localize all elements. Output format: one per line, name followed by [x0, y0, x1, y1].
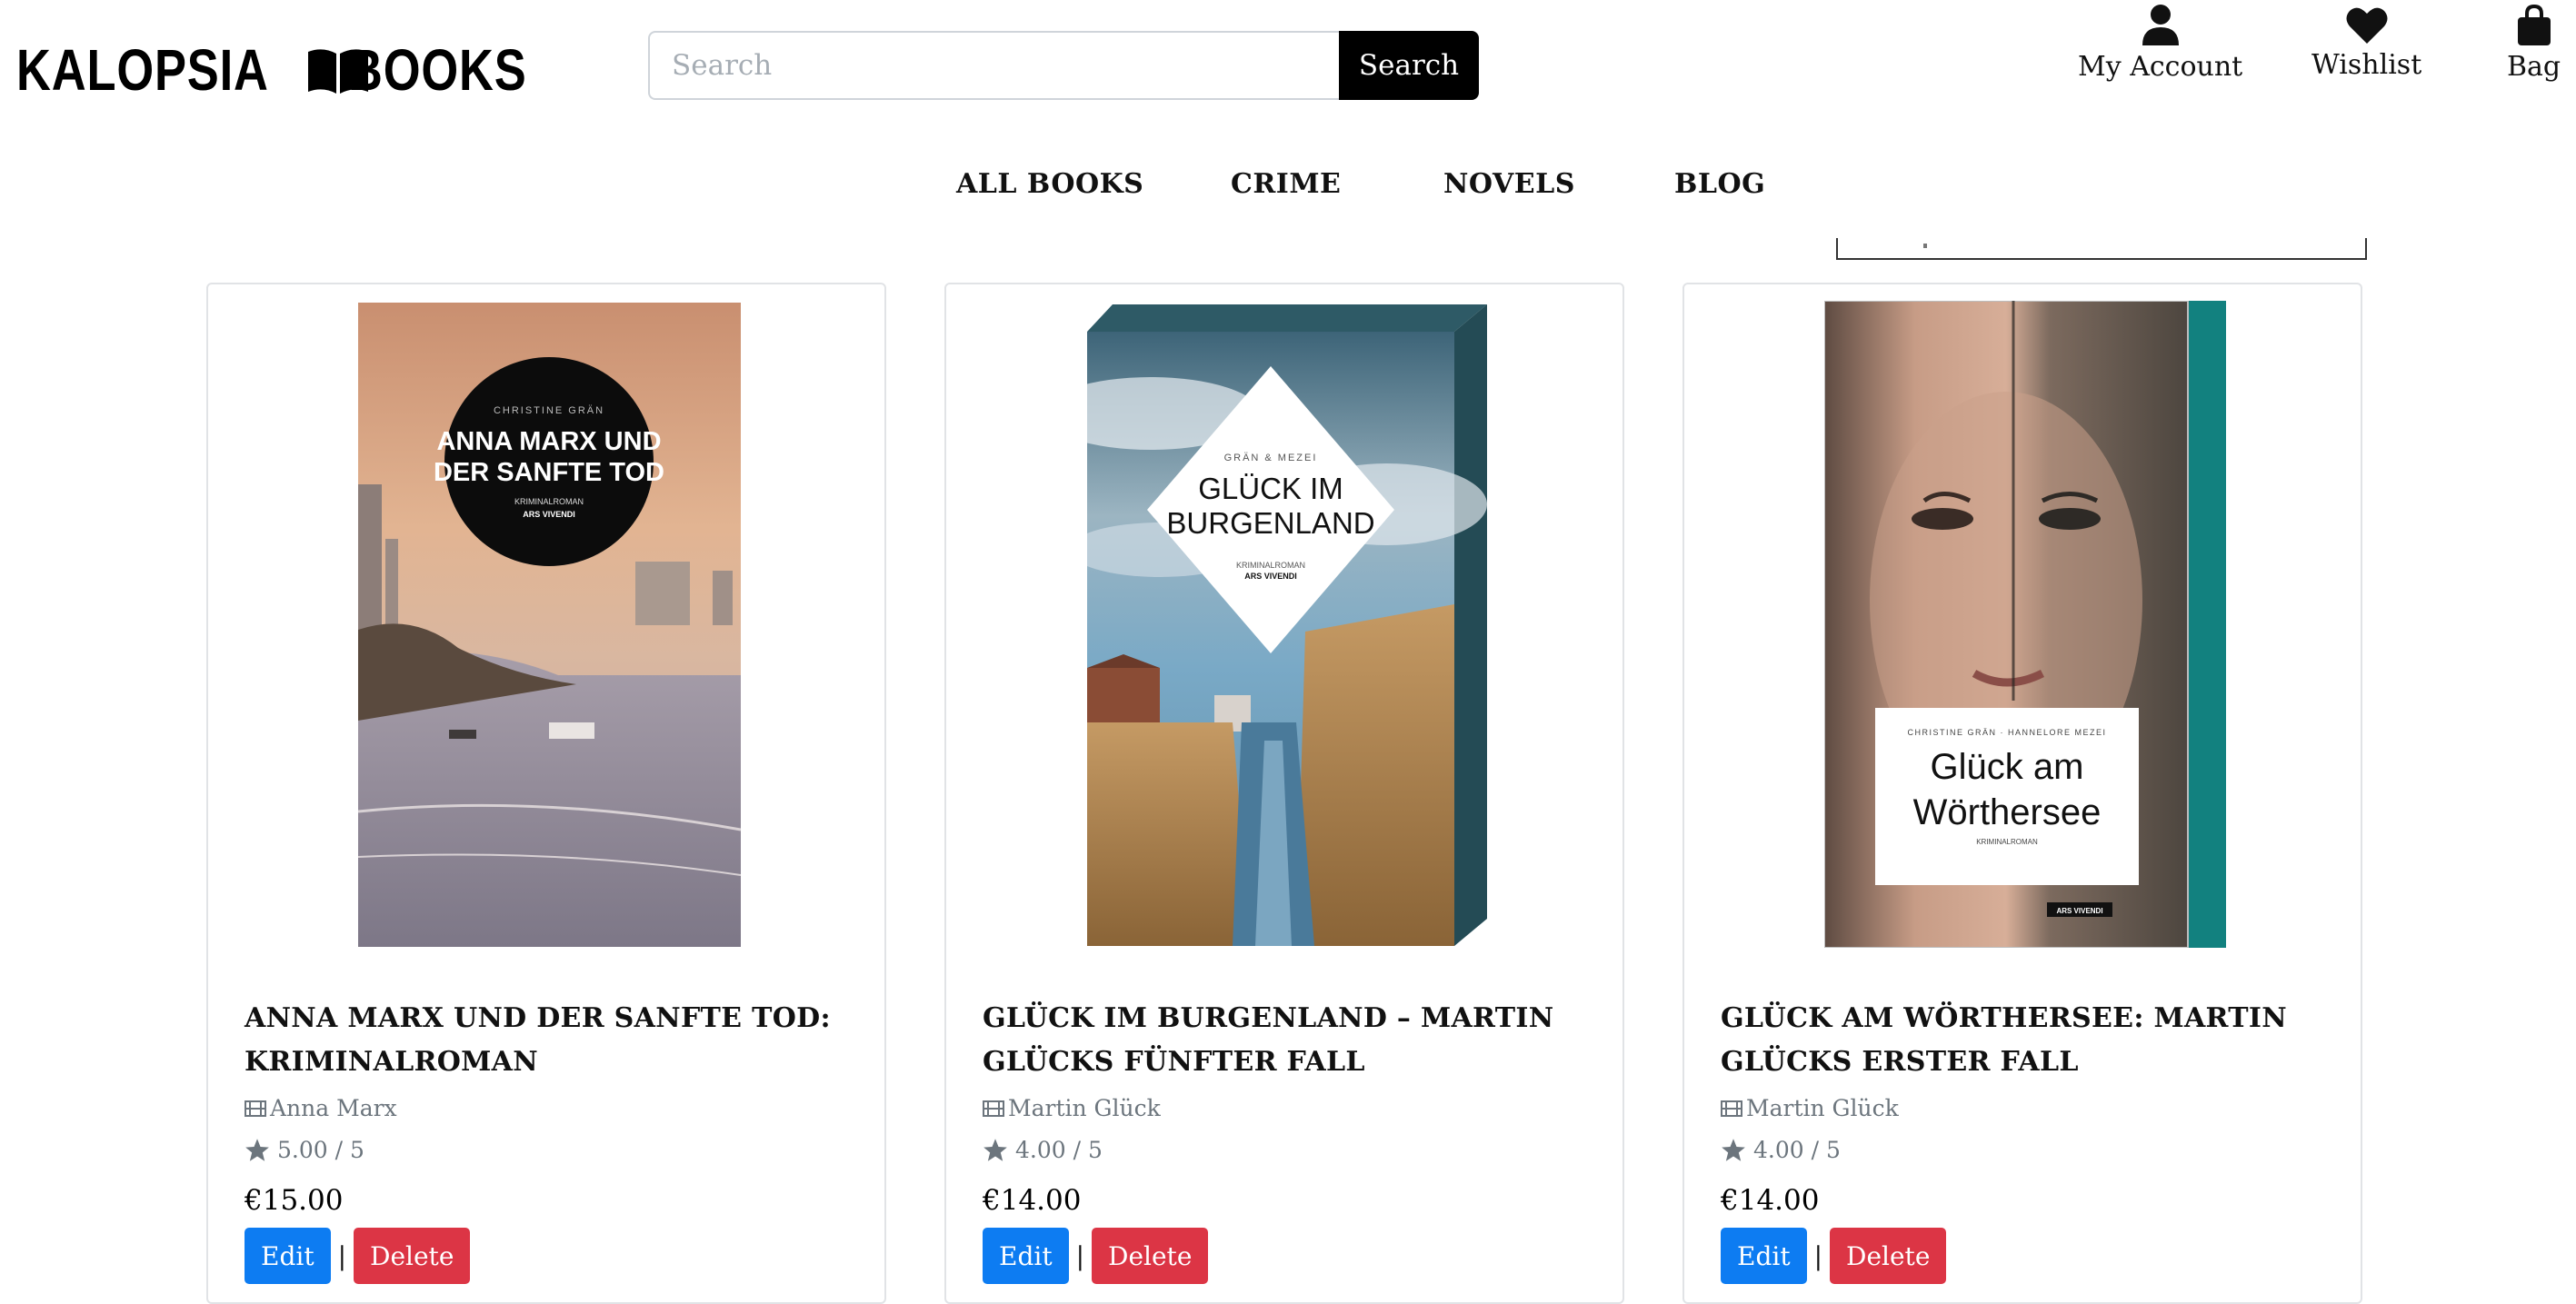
product-price: €14.00 [983, 1184, 1082, 1217]
film-icon [245, 1100, 266, 1117]
cover-title-line-2: BURGENLAND [1166, 506, 1374, 540]
product-title[interactable]: GLÜCK AM WÖRTHERSEE: MARTIN GLÜCKS ERSTE… [1721, 997, 2339, 1084]
search-input[interactable] [648, 31, 1339, 100]
product-actions: Edit | Delete [1721, 1228, 1947, 1284]
nav-all-books[interactable]: ALL BOOKS [956, 168, 1143, 200]
film-icon [1721, 1100, 1742, 1117]
cover-publisher: ARS VIVENDI [1244, 572, 1297, 581]
bag-label: Bag [2507, 51, 2561, 83]
logo-text-books: BOOKS [347, 37, 527, 103]
product-actions: Edit | Delete [245, 1228, 471, 1284]
cover-title-line-1: GLÜCK IM [1198, 472, 1343, 505]
cover-title-line-1: Glück am [1931, 747, 2084, 787]
nav-crime[interactable]: CRIME [1231, 168, 1341, 200]
main-nav: ALL BOOKS CRIME NOVELS BLOG [0, 168, 2576, 214]
product-author-name: Anna Marx [270, 1095, 397, 1121]
product-rating-text: 4.00 / 5 [1015, 1137, 1103, 1163]
delete-button[interactable]: Delete [1092, 1228, 1209, 1284]
cover-genre: KRIMINALROMAN [1976, 838, 2038, 846]
cover-author: CHRISTINE GRÄN [494, 405, 604, 416]
wishlist-link[interactable]: Wishlist [2311, 5, 2421, 81]
product-card: CHRISTINE GRÄN ANNA MARX UND DER SANFTE … [206, 283, 886, 1304]
film-icon [983, 1100, 1004, 1117]
wishlist-label: Wishlist [2311, 49, 2422, 81]
edit-button[interactable]: Edit [1721, 1228, 1807, 1284]
sort-select-text-fragment [1923, 244, 1927, 248]
product-author-name: Martin Glück [1746, 1095, 1899, 1121]
cover-publisher: ARS VIVENDI [523, 510, 575, 519]
bag-link[interactable]: Bag [2507, 4, 2561, 83]
book-cover-image[interactable]: CHRISTINE GRÄN ANNA MARX UND DER SANFTE … [358, 303, 741, 947]
edit-button[interactable]: Edit [983, 1228, 1069, 1284]
product-author[interactable]: Martin Glück [1721, 1095, 1899, 1121]
product-card: GRÄN & MEZEI GLÜCK IM BURGENLAND KRIMINA… [944, 283, 1624, 1304]
product-rating: 5.00 / 5 [245, 1137, 364, 1163]
star-icon [1722, 1139, 1745, 1161]
star-icon [983, 1139, 1007, 1161]
cover-genre: KRIMINALROMAN [1236, 561, 1305, 570]
product-author-name: Martin Glück [1008, 1095, 1161, 1121]
cover-title-line-1: ANNA MARX UND [436, 427, 661, 456]
product-title[interactable]: ANNA MARX UND DER SANFTE TOD: KRIMINALRO… [245, 997, 863, 1084]
bag-icon [2517, 4, 2551, 45]
cover-author: GRÄN & MEZEI [1224, 453, 1318, 463]
delete-button[interactable]: Delete [354, 1228, 471, 1284]
cover-publisher: ARS VIVENDI [2056, 907, 2102, 915]
action-separator: | [1075, 1240, 1085, 1271]
nav-novels[interactable]: NOVELS [1443, 168, 1575, 200]
product-author[interactable]: Anna Marx [245, 1095, 397, 1121]
product-author[interactable]: Martin Glück [983, 1095, 1161, 1121]
user-icon [2142, 5, 2179, 45]
logo-text-kalopsia: KALOPSIA [16, 37, 269, 103]
delete-button[interactable]: Delete [1830, 1228, 1947, 1284]
cover-genre: KRIMINALROMAN [514, 497, 584, 506]
product-rating: 4.00 / 5 [983, 1137, 1103, 1163]
product-rating-text: 4.00 / 5 [1753, 1137, 1841, 1163]
product-actions: Edit | Delete [983, 1228, 1209, 1284]
edit-button[interactable]: Edit [245, 1228, 331, 1284]
my-account-label: My Account [2078, 51, 2243, 83]
product-rating: 4.00 / 5 [1721, 1137, 1841, 1163]
product-price: €14.00 [1721, 1184, 1820, 1217]
cover-title-line-2: DER SANFTE TOD [434, 458, 664, 487]
product-price: €15.00 [245, 1184, 344, 1217]
heart-icon [2346, 7, 2388, 45]
cover-author: CHRISTINE GRÄN · HANNELORE MEZEI [1907, 728, 2106, 737]
action-separator: | [337, 1240, 347, 1271]
logo[interactable]: KALOPSIA BOOKS [16, 35, 565, 105]
search-button[interactable]: Search [1339, 31, 1479, 100]
my-account-link[interactable]: My Account [2078, 4, 2242, 83]
book-cover-image[interactable]: CHRISTINE GRÄN · HANNELORE MEZEI Glück a… [1824, 301, 2226, 948]
star-icon [245, 1139, 269, 1161]
sort-select[interactable] [1836, 238, 2367, 260]
product-title[interactable]: GLÜCK IM BURGENLAND – MARTIN GLÜCKS FÜNF… [983, 997, 1601, 1084]
cover-title-line-2: Wörthersee [1913, 792, 2102, 832]
product-card: CHRISTINE GRÄN · HANNELORE MEZEI Glück a… [1682, 283, 2362, 1304]
action-separator: | [1813, 1240, 1823, 1271]
nav-blog[interactable]: BLOG [1674, 168, 1765, 200]
product-rating-text: 5.00 / 5 [277, 1137, 364, 1163]
search-form: Search [648, 31, 1479, 100]
book-cover-image[interactable]: GRÄN & MEZEI GLÜCK IM BURGENLAND KRIMINA… [1087, 304, 1487, 946]
